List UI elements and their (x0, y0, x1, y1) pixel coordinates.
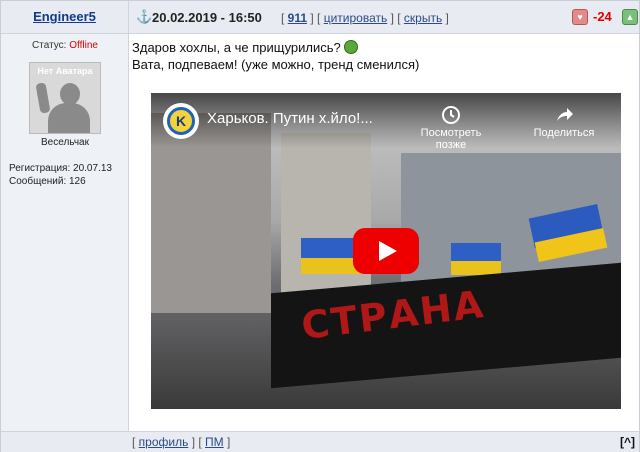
message-count: Сообщений: 126 (9, 176, 86, 187)
channel-logo-icon[interactable]: K (163, 103, 199, 139)
post-actions: [ 911 ] [ цитировать ] [ скрыть ] (281, 11, 449, 25)
avatar-body (48, 103, 90, 133)
youtube-embed[interactable]: СТРАНА K Харьков. Путин х.йло!... Посмот… (151, 93, 621, 409)
post-score: -24 (593, 9, 612, 24)
post-datetime: 20.02.2019 - 16:50 (152, 10, 262, 25)
vote-down-icon[interactable]: ♥ (572, 9, 588, 25)
share-icon (557, 108, 573, 121)
author-link[interactable]: Engineer5 (33, 9, 96, 24)
author-rank: Весельчак (41, 137, 89, 148)
share-label: Поделиться (533, 127, 595, 139)
flag-yellow-1 (301, 258, 361, 274)
author-sidebar: Статус: Offline Нет Аватара Весельчак Ре… (1, 34, 129, 431)
avatar-label: Нет Аватара (37, 66, 93, 76)
post-body: Здаров хохлы, а че прищурились? Вата, по… (132, 39, 419, 73)
pm-link[interactable]: ПМ (205, 435, 224, 449)
post-header: Engineer5 ⚓ 20.02.2019 - 16:50 [ 911 ] [… (1, 1, 639, 34)
play-button-icon[interactable] (353, 228, 419, 274)
author-cell: Engineer5 (1, 1, 129, 33)
watch-later-button[interactable]: Посмотреть позже (411, 105, 491, 151)
reply-count-link[interactable]: 911 (288, 11, 307, 25)
forum-post: Engineer5 ⚓ 20.02.2019 - 16:50 [ 911 ] [… (0, 0, 640, 452)
status-value: Offline (69, 40, 98, 51)
profile-link[interactable]: профиль (139, 435, 189, 449)
flag-blue-3 (451, 243, 501, 263)
smile-icon (343, 40, 358, 54)
avatar-hand (35, 82, 51, 114)
video-title[interactable]: Харьков. Путин х.йло!... (207, 110, 373, 127)
post-footer: [ профиль ] [ ПМ ] [^] (1, 431, 639, 452)
quote-link[interactable]: цитировать (324, 11, 388, 25)
hide-link[interactable]: скрыть (404, 11, 442, 25)
vote-up-icon[interactable]: ▲ (622, 9, 638, 25)
anchor-icon[interactable]: ⚓ (136, 10, 152, 24)
author-stats: Регистрация: 20.07.13 Сообщений: 126 (9, 162, 112, 188)
rating-widget: ♥ -24 ▲ (569, 5, 639, 29)
building-center (281, 133, 371, 303)
watch-later-label: Посмотреть позже (420, 127, 482, 151)
status-label: Статус: (32, 40, 70, 51)
scroll-top-link[interactable]: [^] (620, 435, 635, 449)
registration-date: Регистрация: 20.07.13 (9, 163, 112, 174)
author-status: Статус: Offline (1, 40, 129, 51)
footer-links: [ профиль ] [ ПМ ] (132, 435, 231, 449)
clock-icon (442, 106, 460, 124)
share-button[interactable]: Поделиться (524, 105, 604, 139)
post-line-1: Здаров хохлы, а че прищурились? (132, 39, 419, 56)
post-line-2: Вата, подпеваем! (уже можно, тренд смени… (132, 57, 420, 72)
avatar: Нет Аватара (29, 62, 101, 134)
avatar-head (60, 83, 80, 105)
